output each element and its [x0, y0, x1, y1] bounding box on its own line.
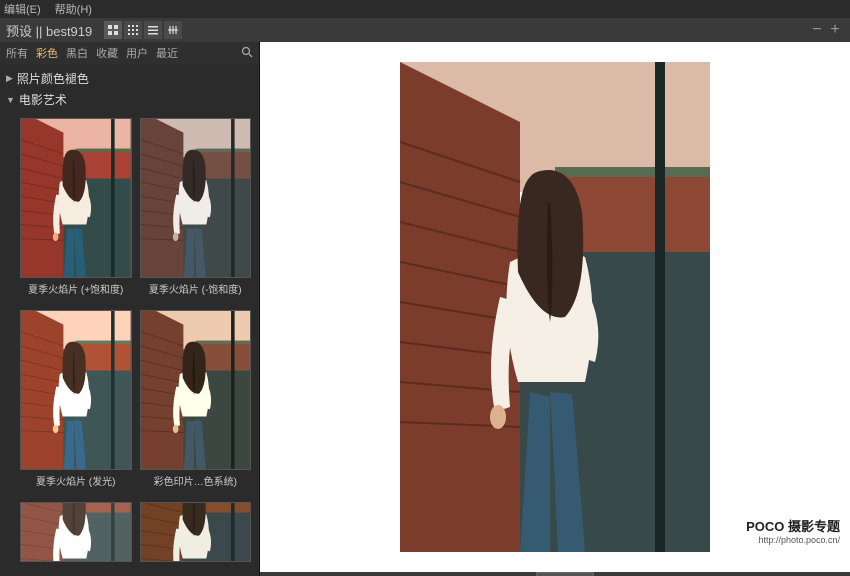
preview-area: POCO 摄影专题 http://photo.poco.cn/ 处理前: [260, 42, 850, 576]
zoom-in-button[interactable]: +: [828, 21, 842, 39]
preset-tree: ▶ 照片颜色褪色 ▼ 电影艺术: [0, 64, 259, 114]
titlebar: 预设 || best919 − +: [0, 18, 850, 42]
search-icon[interactable]: [241, 46, 253, 61]
watermark-sub: http://photo.poco.cn/: [758, 535, 840, 545]
preset-thumb[interactable]: 彩色印片…色系统): [140, 310, 252, 494]
tree-label: 照片颜色褪色: [17, 70, 89, 87]
tree-label: 电影艺术: [19, 91, 67, 108]
before-button[interactable]: 处理前: [536, 572, 594, 576]
view-grid-small-icon[interactable]: [124, 21, 142, 39]
tree-item-fade[interactable]: ▶ 照片颜色褪色: [6, 68, 253, 89]
view-mode-switch: [104, 21, 182, 39]
menu-edit[interactable]: 编辑(E): [4, 1, 41, 17]
zoom-out-button[interactable]: −: [810, 21, 824, 39]
tab-color[interactable]: 彩色: [36, 45, 58, 61]
preset-thumb[interactable]: [20, 502, 132, 562]
preset-label: 彩色印片…色系统): [140, 470, 252, 494]
triangle-down-icon: ▼: [6, 95, 15, 105]
view-compact-icon[interactable]: [164, 21, 182, 39]
preset-thumb[interactable]: 夏季火焰片 (发光): [20, 310, 132, 494]
preset-label: 夏季火焰片 (发光): [20, 470, 132, 494]
menu-help[interactable]: 帮助(H): [55, 1, 92, 17]
tree-item-cinema[interactable]: ▼ 电影艺术: [6, 89, 253, 110]
tab-user[interactable]: 用户: [126, 45, 148, 61]
tab-all[interactable]: 所有: [6, 45, 28, 61]
preview-canvas[interactable]: [260, 42, 850, 572]
filter-tabs: 所有 彩色 黑白 收藏 用户 最近: [0, 42, 259, 64]
menubar: 编辑(E) 帮助(H): [0, 0, 850, 18]
triangle-right-icon: ▶: [6, 73, 13, 84]
presets-panel: 所有 彩色 黑白 收藏 用户 最近 ▶ 照片颜色褪色 ▼ 电影艺术: [0, 42, 260, 576]
tab-fav[interactable]: 收藏: [96, 45, 118, 61]
watermark-main: POCO 摄影专题: [746, 516, 840, 535]
preset-thumb[interactable]: 夏季火焰片 (-饱和度): [140, 118, 252, 302]
main-split: 所有 彩色 黑白 收藏 用户 最近 ▶ 照片颜色褪色 ▼ 电影艺术: [0, 42, 850, 576]
preset-label: 夏季火焰片 (+饱和度): [20, 278, 132, 302]
preset-thumbnails[interactable]: 夏季火焰片 (+饱和度) 夏季火焰片 (-饱和度) 夏季火焰片 (发光) 彩色印…: [0, 114, 259, 576]
bottom-toolbar: 处理前: [260, 572, 850, 576]
panel-title: 预设 || best919: [4, 21, 92, 40]
main-preview-image: [400, 62, 710, 552]
preset-thumb[interactable]: 夏季火焰片 (+饱和度): [20, 118, 132, 302]
view-grid-large-icon[interactable]: [104, 21, 122, 39]
view-list-icon[interactable]: [144, 21, 162, 39]
zoom-controls: − +: [810, 21, 846, 39]
preset-label: 夏季火焰片 (-饱和度): [140, 278, 252, 302]
watermark: POCO 摄影专题 http://photo.poco.cn/: [742, 515, 844, 546]
preset-thumb[interactable]: [140, 502, 252, 562]
tab-recent[interactable]: 最近: [156, 45, 178, 61]
tab-bw[interactable]: 黑白: [66, 45, 88, 61]
app-root: 编辑(E) 帮助(H) 预设 || best919 − +: [0, 0, 850, 576]
